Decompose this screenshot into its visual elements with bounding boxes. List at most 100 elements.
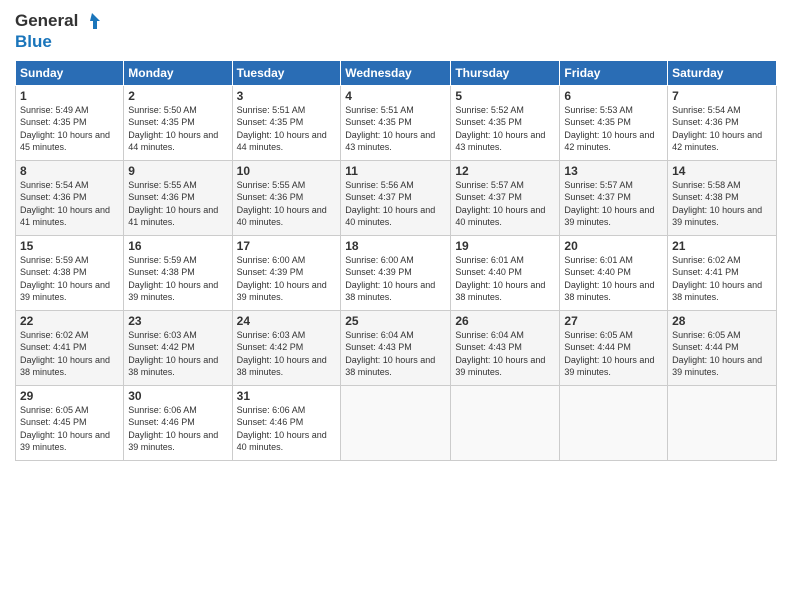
- day-info: Sunrise: 5:52 AM Sunset: 4:35 PM Dayligh…: [455, 104, 555, 154]
- calendar-cell: 31 Sunrise: 6:06 AM Sunset: 4:46 PM Dayl…: [232, 385, 341, 460]
- day-info: Sunrise: 6:06 AM Sunset: 4:46 PM Dayligh…: [237, 404, 337, 454]
- day-number: 21: [672, 239, 772, 253]
- calendar-cell: 6 Sunrise: 5:53 AM Sunset: 4:35 PM Dayli…: [560, 85, 668, 160]
- day-number: 27: [564, 314, 663, 328]
- day-info: Sunrise: 6:03 AM Sunset: 4:42 PM Dayligh…: [237, 329, 337, 379]
- logo-graphic: General Blue: [15, 10, 102, 52]
- day-number: 22: [20, 314, 119, 328]
- day-number: 20: [564, 239, 663, 253]
- calendar-cell: 16 Sunrise: 5:59 AM Sunset: 4:38 PM Dayl…: [124, 235, 232, 310]
- day-info: Sunrise: 5:55 AM Sunset: 4:36 PM Dayligh…: [128, 179, 227, 229]
- calendar-cell: 14 Sunrise: 5:58 AM Sunset: 4:38 PM Dayl…: [668, 160, 777, 235]
- day-info: Sunrise: 6:02 AM Sunset: 4:41 PM Dayligh…: [20, 329, 119, 379]
- calendar-cell: 13 Sunrise: 5:57 AM Sunset: 4:37 PM Dayl…: [560, 160, 668, 235]
- calendar-cell: 7 Sunrise: 5:54 AM Sunset: 4:36 PM Dayli…: [668, 85, 777, 160]
- day-number: 15: [20, 239, 119, 253]
- day-info: Sunrise: 6:05 AM Sunset: 4:45 PM Dayligh…: [20, 404, 119, 454]
- day-info: Sunrise: 5:54 AM Sunset: 4:36 PM Dayligh…: [20, 179, 119, 229]
- calendar-cell: 24 Sunrise: 6:03 AM Sunset: 4:42 PM Dayl…: [232, 310, 341, 385]
- day-number: 8: [20, 164, 119, 178]
- day-number: 6: [564, 89, 663, 103]
- day-number: 2: [128, 89, 227, 103]
- day-info: Sunrise: 6:00 AM Sunset: 4:39 PM Dayligh…: [345, 254, 446, 304]
- day-info: Sunrise: 6:05 AM Sunset: 4:44 PM Dayligh…: [564, 329, 663, 379]
- day-number: 14: [672, 164, 772, 178]
- day-info: Sunrise: 5:51 AM Sunset: 4:35 PM Dayligh…: [237, 104, 337, 154]
- calendar-week-row: 8 Sunrise: 5:54 AM Sunset: 4:36 PM Dayli…: [16, 160, 777, 235]
- calendar-cell: 18 Sunrise: 6:00 AM Sunset: 4:39 PM Dayl…: [341, 235, 451, 310]
- calendar-cell: 20 Sunrise: 6:01 AM Sunset: 4:40 PM Dayl…: [560, 235, 668, 310]
- calendar-cell: 25 Sunrise: 6:04 AM Sunset: 4:43 PM Dayl…: [341, 310, 451, 385]
- calendar-header-sunday: Sunday: [16, 60, 124, 85]
- day-info: Sunrise: 6:02 AM Sunset: 4:41 PM Dayligh…: [672, 254, 772, 304]
- calendar-cell: 29 Sunrise: 6:05 AM Sunset: 4:45 PM Dayl…: [16, 385, 124, 460]
- calendar-cell: 26 Sunrise: 6:04 AM Sunset: 4:43 PM Dayl…: [451, 310, 560, 385]
- calendar-cell: 23 Sunrise: 6:03 AM Sunset: 4:42 PM Dayl…: [124, 310, 232, 385]
- calendar-header-wednesday: Wednesday: [341, 60, 451, 85]
- day-number: 17: [237, 239, 337, 253]
- calendar-cell: 11 Sunrise: 5:56 AM Sunset: 4:37 PM Dayl…: [341, 160, 451, 235]
- day-number: 28: [672, 314, 772, 328]
- calendar-cell: 10 Sunrise: 5:55 AM Sunset: 4:36 PM Dayl…: [232, 160, 341, 235]
- day-info: Sunrise: 6:01 AM Sunset: 4:40 PM Dayligh…: [564, 254, 663, 304]
- calendar-week-row: 22 Sunrise: 6:02 AM Sunset: 4:41 PM Dayl…: [16, 310, 777, 385]
- calendar-cell: 17 Sunrise: 6:00 AM Sunset: 4:39 PM Dayl…: [232, 235, 341, 310]
- page-container: General Blue SundayMondayTuesdayWednesda…: [0, 0, 792, 471]
- day-info: Sunrise: 5:59 AM Sunset: 4:38 PM Dayligh…: [128, 254, 227, 304]
- day-info: Sunrise: 5:49 AM Sunset: 4:35 PM Dayligh…: [20, 104, 119, 154]
- day-number: 26: [455, 314, 555, 328]
- logo-arrow-icon: [80, 10, 102, 32]
- day-info: Sunrise: 5:57 AM Sunset: 4:37 PM Dayligh…: [564, 179, 663, 229]
- calendar-cell: 22 Sunrise: 6:02 AM Sunset: 4:41 PM Dayl…: [16, 310, 124, 385]
- calendar-cell: 3 Sunrise: 5:51 AM Sunset: 4:35 PM Dayli…: [232, 85, 341, 160]
- day-info: Sunrise: 5:50 AM Sunset: 4:35 PM Dayligh…: [128, 104, 227, 154]
- day-info: Sunrise: 5:57 AM Sunset: 4:37 PM Dayligh…: [455, 179, 555, 229]
- calendar-week-row: 1 Sunrise: 5:49 AM Sunset: 4:35 PM Dayli…: [16, 85, 777, 160]
- calendar-cell: 15 Sunrise: 5:59 AM Sunset: 4:38 PM Dayl…: [16, 235, 124, 310]
- day-number: 11: [345, 164, 446, 178]
- day-number: 18: [345, 239, 446, 253]
- calendar-cell: 8 Sunrise: 5:54 AM Sunset: 4:36 PM Dayli…: [16, 160, 124, 235]
- calendar-header-tuesday: Tuesday: [232, 60, 341, 85]
- calendar-cell: 5 Sunrise: 5:52 AM Sunset: 4:35 PM Dayli…: [451, 85, 560, 160]
- day-number: 1: [20, 89, 119, 103]
- calendar-header-row: SundayMondayTuesdayWednesdayThursdayFrid…: [16, 60, 777, 85]
- calendar-cell: 27 Sunrise: 6:05 AM Sunset: 4:44 PM Dayl…: [560, 310, 668, 385]
- day-info: Sunrise: 5:54 AM Sunset: 4:36 PM Dayligh…: [672, 104, 772, 154]
- day-number: 23: [128, 314, 227, 328]
- logo-blue: Blue: [15, 32, 52, 52]
- day-info: Sunrise: 5:56 AM Sunset: 4:37 PM Dayligh…: [345, 179, 446, 229]
- day-number: 16: [128, 239, 227, 253]
- day-number: 5: [455, 89, 555, 103]
- day-number: 31: [237, 389, 337, 403]
- day-number: 24: [237, 314, 337, 328]
- day-info: Sunrise: 5:59 AM Sunset: 4:38 PM Dayligh…: [20, 254, 119, 304]
- calendar-cell: 12 Sunrise: 5:57 AM Sunset: 4:37 PM Dayl…: [451, 160, 560, 235]
- day-info: Sunrise: 5:58 AM Sunset: 4:38 PM Dayligh…: [672, 179, 772, 229]
- calendar-header-friday: Friday: [560, 60, 668, 85]
- day-number: 30: [128, 389, 227, 403]
- day-info: Sunrise: 5:51 AM Sunset: 4:35 PM Dayligh…: [345, 104, 446, 154]
- day-info: Sunrise: 6:06 AM Sunset: 4:46 PM Dayligh…: [128, 404, 227, 454]
- day-info: Sunrise: 6:00 AM Sunset: 4:39 PM Dayligh…: [237, 254, 337, 304]
- calendar-header-saturday: Saturday: [668, 60, 777, 85]
- calendar-cell: 19 Sunrise: 6:01 AM Sunset: 4:40 PM Dayl…: [451, 235, 560, 310]
- calendar-cell: 2 Sunrise: 5:50 AM Sunset: 4:35 PM Dayli…: [124, 85, 232, 160]
- day-info: Sunrise: 6:04 AM Sunset: 4:43 PM Dayligh…: [455, 329, 555, 379]
- calendar-cell: 4 Sunrise: 5:51 AM Sunset: 4:35 PM Dayli…: [341, 85, 451, 160]
- calendar-header-monday: Monday: [124, 60, 232, 85]
- day-info: Sunrise: 6:04 AM Sunset: 4:43 PM Dayligh…: [345, 329, 446, 379]
- calendar-cell: 28 Sunrise: 6:05 AM Sunset: 4:44 PM Dayl…: [668, 310, 777, 385]
- calendar-cell: [341, 385, 451, 460]
- day-number: 7: [672, 89, 772, 103]
- header: General Blue: [15, 10, 777, 52]
- calendar-cell: [560, 385, 668, 460]
- day-info: Sunrise: 6:03 AM Sunset: 4:42 PM Dayligh…: [128, 329, 227, 379]
- calendar-week-row: 29 Sunrise: 6:05 AM Sunset: 4:45 PM Dayl…: [16, 385, 777, 460]
- day-info: Sunrise: 5:53 AM Sunset: 4:35 PM Dayligh…: [564, 104, 663, 154]
- calendar-cell: [668, 385, 777, 460]
- day-number: 12: [455, 164, 555, 178]
- day-number: 13: [564, 164, 663, 178]
- calendar-table: SundayMondayTuesdayWednesdayThursdayFrid…: [15, 60, 777, 461]
- day-info: Sunrise: 6:01 AM Sunset: 4:40 PM Dayligh…: [455, 254, 555, 304]
